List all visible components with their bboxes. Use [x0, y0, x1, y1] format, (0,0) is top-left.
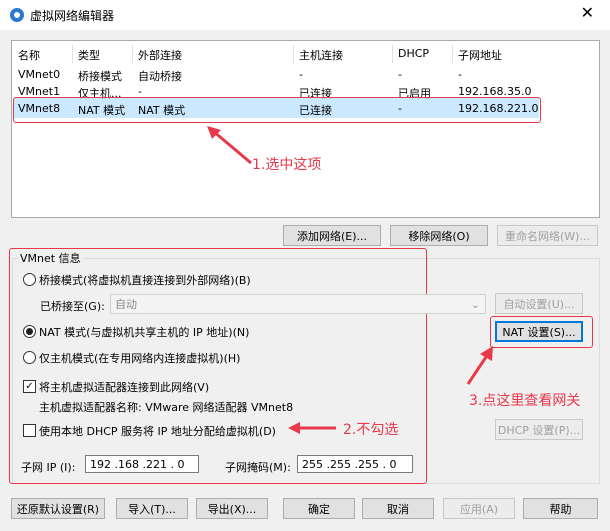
import-button[interactable]: 导入(T)...: [116, 498, 188, 519]
cell-name: VMnet0: [18, 68, 61, 81]
use-dhcp-label[interactable]: 使用本地 DHCP 服务将 IP 地址分配给虚拟机(D): [39, 423, 276, 439]
subnet-ip-label: 子网 IP (I):: [21, 461, 76, 474]
export-button[interactable]: 导出(X)...: [196, 498, 268, 519]
col-header-name[interactable]: 名称: [18, 47, 40, 63]
annotation-arrow-2-icon: [288, 422, 336, 434]
nat-radio[interactable]: [23, 325, 36, 338]
rename-network-button[interactable]: 重命名网络(W)...: [497, 225, 598, 246]
bridged-label[interactable]: 桥接模式(将虚拟机直接连接到外部网络)(B): [39, 272, 251, 288]
chevron-down-icon: ⌄: [470, 298, 480, 311]
adapter-name-text: 主机虚拟适配器名称: VMware 网络适配器 VMnet8: [39, 401, 294, 414]
dhcp-settings-button[interactable]: DHCP 设置(P)...: [495, 419, 583, 440]
annotation-arrow-3-icon: [466, 346, 493, 385]
subnet-mask-field[interactable]: 255 .255 .255 . 0: [297, 455, 413, 473]
apply-button[interactable]: 应用(A): [443, 498, 515, 519]
network-list[interactable]: 名称 类型 外部连接 主机连接 DHCP 子网地址 VMnet0 桥接模式 自动…: [11, 40, 600, 218]
subnet-mask-label: 子网掩码(M):: [225, 461, 291, 474]
annotation-label-1: 1.选中这项: [252, 157, 322, 173]
cell-host: -: [299, 68, 303, 81]
cancel-button[interactable]: 取消: [362, 498, 434, 519]
bridged-to-value: 自动: [115, 298, 137, 311]
host-only-label[interactable]: 仅主机模式(在专用网络内连接虚拟机)(H): [39, 350, 240, 366]
annotation-box-row: [13, 97, 541, 123]
remove-network-button[interactable]: 移除网络(O): [390, 225, 488, 246]
annotation-label-3: 3.点这里查看网关: [469, 393, 581, 409]
auto-settings-button[interactable]: 自动设置(U)...: [495, 293, 583, 314]
annotation-box-nat: [490, 316, 593, 348]
add-network-button[interactable]: 添加网络(E)...: [283, 225, 381, 246]
ok-button[interactable]: 确定: [283, 498, 355, 519]
annotation-label-2: 2.不勾选: [343, 422, 399, 438]
col-header-dhcp[interactable]: DHCP: [398, 47, 429, 60]
host-only-radio[interactable]: [23, 351, 36, 364]
annotation-arrow-1-icon: [207, 126, 252, 165]
col-header-subnet[interactable]: 子网地址: [458, 47, 502, 63]
connect-adapter-label[interactable]: 将主机虚拟适配器连接到此网络(V): [39, 379, 209, 395]
help-button[interactable]: 帮助: [523, 498, 598, 519]
restore-defaults-button[interactable]: 还原默认设置(R): [11, 498, 105, 519]
col-header-host[interactable]: 主机连接: [299, 47, 343, 63]
nat-label[interactable]: NAT 模式(与虚拟机共享主机的 IP 地址)(N): [39, 324, 249, 340]
bridged-to-label: 已桥接至(G):: [40, 300, 105, 313]
col-header-external[interactable]: 外部连接: [138, 47, 182, 63]
title-bar: 虚拟网络编辑器 ✕: [0, 0, 610, 30]
cell-subnet: -: [458, 68, 462, 81]
close-icon[interactable]: ✕: [581, 5, 594, 21]
subnet-ip-field[interactable]: 192 .168 .221 . 0: [85, 455, 199, 473]
use-dhcp-checkbox[interactable]: [23, 424, 36, 437]
connect-adapter-checkbox[interactable]: ✓: [23, 380, 36, 393]
network-icon: [10, 8, 24, 22]
cell-external: 自动桥接: [138, 70, 182, 83]
bridged-radio[interactable]: [23, 273, 36, 286]
col-header-type[interactable]: 类型: [78, 47, 100, 63]
cell-type: 桥接模式: [78, 70, 122, 83]
bridged-to-select[interactable]: 自动 ⌄: [110, 294, 486, 314]
cell-dhcp: -: [398, 68, 402, 81]
window-title: 虚拟网络编辑器: [30, 9, 115, 23]
